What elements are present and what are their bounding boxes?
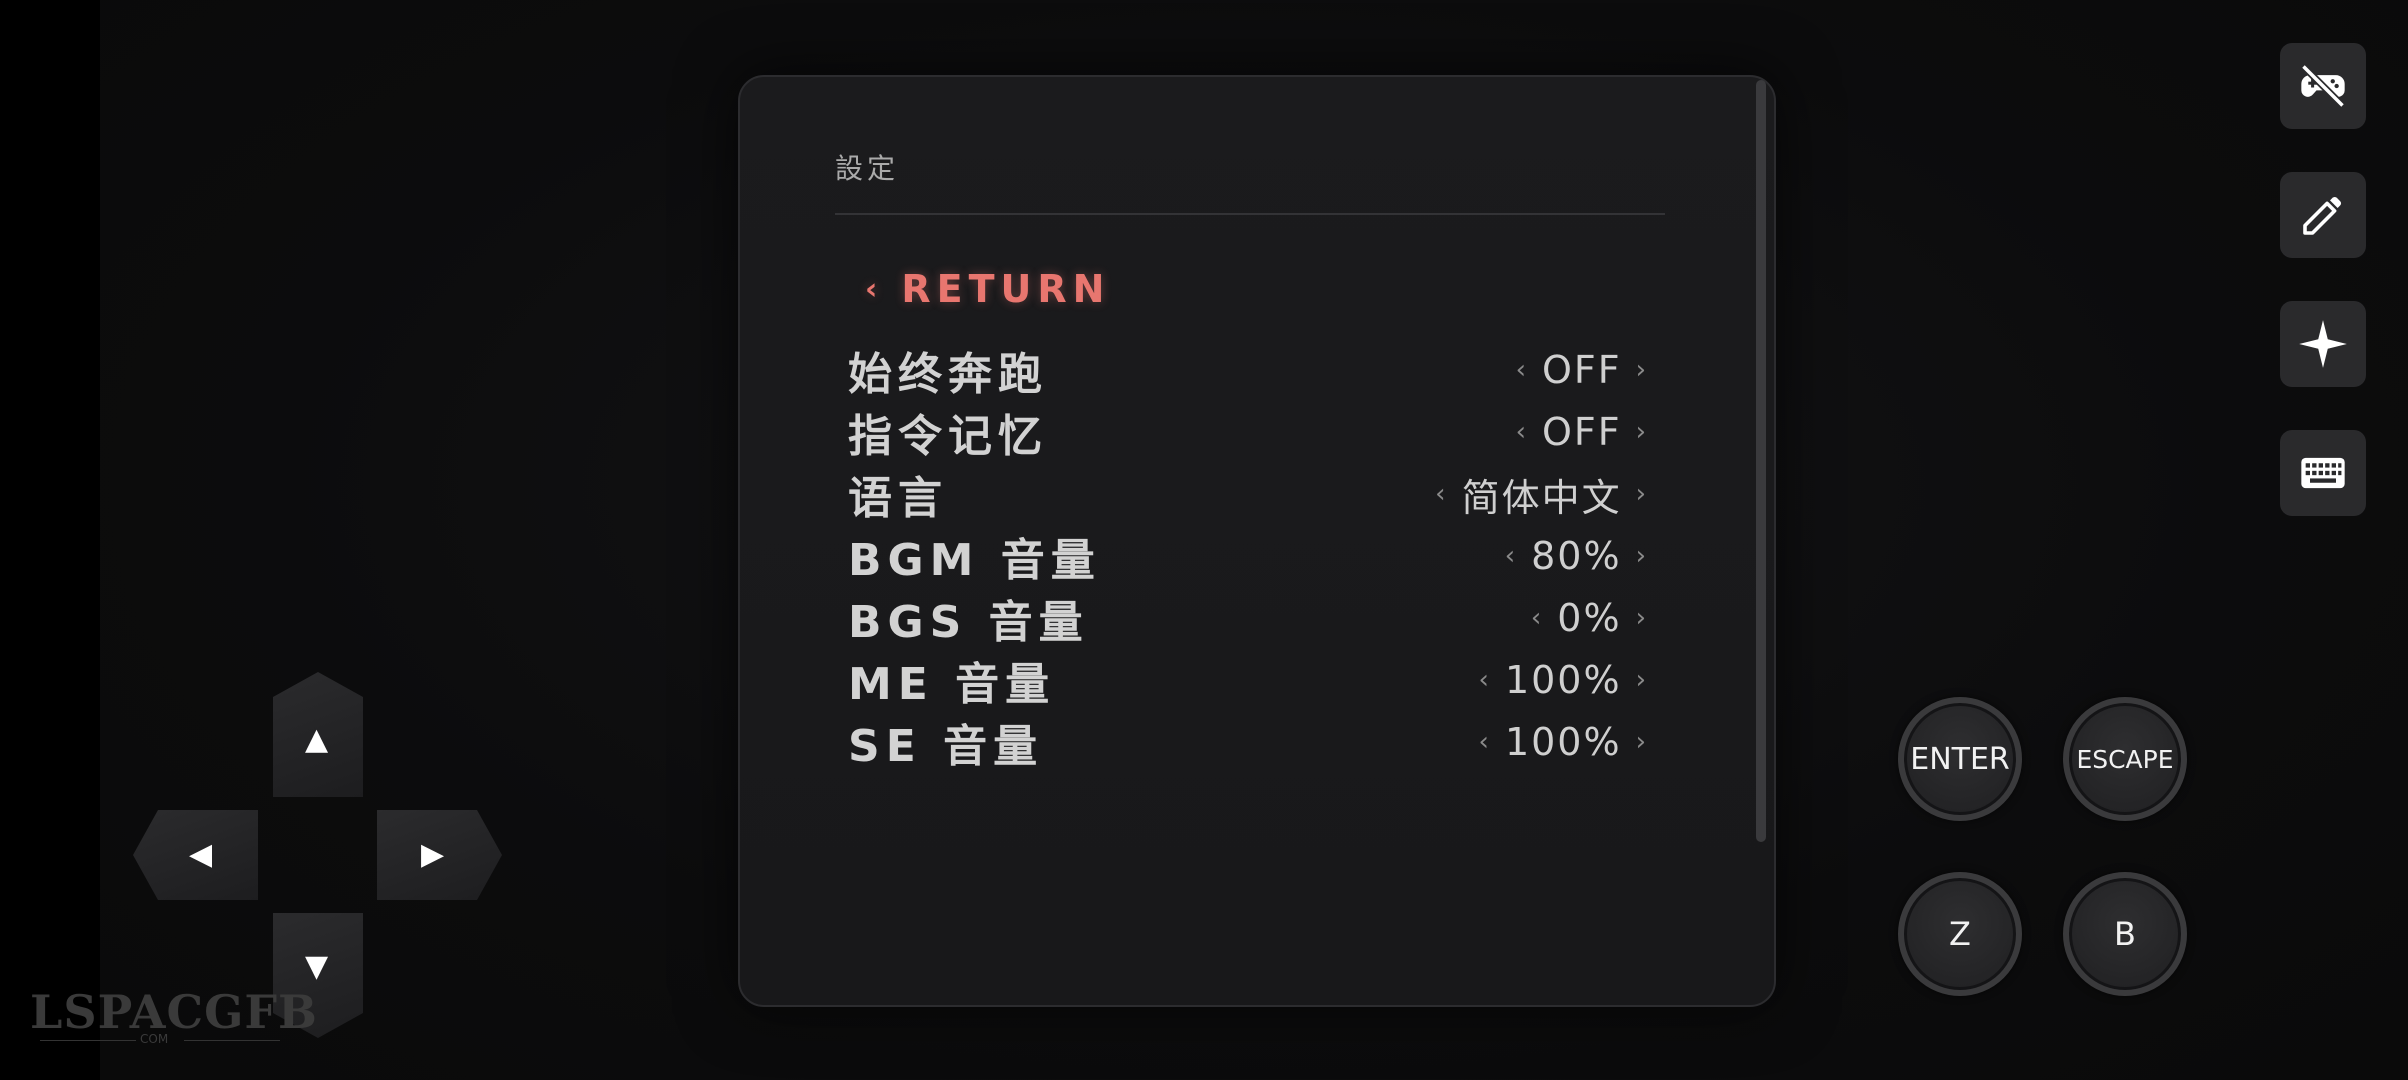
watermark-logo: LSPACGFB xyxy=(30,985,318,1039)
setting-row-bgs-volume[interactable]: BGS 音量 ‹ 0% › xyxy=(848,583,1648,653)
title-divider xyxy=(835,213,1665,215)
arrow-left-icon: ◀ xyxy=(189,837,213,872)
left-black-strip xyxy=(0,0,100,1080)
toggle-gamepad-button[interactable] xyxy=(2280,43,2366,129)
chevron-right-icon[interactable]: › xyxy=(1636,541,1648,571)
gamepad-off-icon xyxy=(2301,64,2345,108)
panel-title: 設定 xyxy=(835,152,900,185)
return-button[interactable]: ‹ RETURN xyxy=(865,267,1110,311)
chevron-right-icon[interactable]: › xyxy=(1636,355,1648,385)
setting-row-always-dash[interactable]: 始终奔跑 ‹ OFF › xyxy=(848,335,1648,405)
arrow-right-icon: ▶ xyxy=(421,837,445,872)
chevron-right-icon[interactable]: › xyxy=(1636,665,1648,695)
chevron-left-icon[interactable]: ‹ xyxy=(1479,727,1491,757)
setting-value-selector[interactable]: ‹ 100% › xyxy=(1479,720,1648,764)
chevron-left-icon[interactable]: ‹ xyxy=(1479,665,1491,695)
setting-label: SE 音量 xyxy=(848,721,1044,772)
enter-button[interactable]: ENTER xyxy=(1898,697,2022,821)
sparkle-button[interactable] xyxy=(2280,301,2366,387)
chevron-left-icon[interactable]: ‹ xyxy=(1505,541,1517,571)
setting-value: 80% xyxy=(1531,534,1622,578)
chevron-left-icon[interactable]: ‹ xyxy=(1516,355,1528,385)
z-button[interactable]: Z xyxy=(1898,872,2022,996)
arrow-up-icon: ▲ xyxy=(305,722,329,757)
settings-panel: 設定 ‹ RETURN 始终奔跑 ‹ OFF › 指令记忆 ‹ OFF › 语言… xyxy=(738,75,1776,1007)
return-label: RETURN xyxy=(901,267,1111,311)
setting-label: 语言 xyxy=(848,473,948,524)
escape-label: ESCAPE xyxy=(2076,744,2174,774)
dpad-up-button[interactable]: ▲ xyxy=(273,672,363,797)
dpad-right-button[interactable]: ▶ xyxy=(377,810,502,900)
setting-value-selector[interactable]: ‹ OFF › xyxy=(1516,410,1648,454)
dpad-left-button[interactable]: ◀ xyxy=(133,810,258,900)
z-label: Z xyxy=(1949,915,1971,953)
b-label: B xyxy=(2114,915,2136,953)
setting-value: 简体中文 xyxy=(1461,475,1622,520)
chevron-right-icon[interactable]: › xyxy=(1636,417,1648,447)
setting-value: 100% xyxy=(1504,658,1622,702)
setting-value-selector[interactable]: ‹ 100% › xyxy=(1479,658,1648,702)
pencil-icon xyxy=(2303,196,2342,235)
chevron-left-icon[interactable]: ‹ xyxy=(1435,479,1447,509)
setting-row-language[interactable]: 语言 ‹ 简体中文 › xyxy=(848,459,1648,529)
watermark-sub: COM xyxy=(140,1032,169,1046)
setting-value-selector[interactable]: ‹ 0% › xyxy=(1531,596,1648,640)
enter-label: ENTER xyxy=(1910,741,2010,777)
setting-label: BGS 音量 xyxy=(848,597,1089,648)
edit-button[interactable] xyxy=(2280,172,2366,258)
setting-label: BGM 音量 xyxy=(848,535,1101,586)
escape-button[interactable]: ESCAPE xyxy=(2063,697,2187,821)
panel-scrollbar[interactable] xyxy=(1756,80,1766,842)
keyboard-button[interactable] xyxy=(2280,430,2366,516)
chevron-right-icon[interactable]: › xyxy=(1636,479,1648,509)
setting-row-bgm-volume[interactable]: BGM 音量 ‹ 80% › xyxy=(848,521,1648,591)
chevron-left-icon[interactable]: ‹ xyxy=(1531,603,1543,633)
setting-label: 指令记忆 xyxy=(848,411,1048,462)
setting-row-se-volume[interactable]: SE 音量 ‹ 100% › xyxy=(848,707,1648,777)
setting-value: 100% xyxy=(1504,720,1622,764)
chevron-right-icon[interactable]: › xyxy=(1636,727,1648,757)
arrow-down-icon: ▼ xyxy=(305,949,329,984)
setting-value-selector[interactable]: ‹ 简体中文 › xyxy=(1435,467,1648,522)
setting-row-command-remember[interactable]: 指令记忆 ‹ OFF › xyxy=(848,397,1648,467)
setting-value: OFF xyxy=(1541,410,1622,454)
watermark-divider xyxy=(40,1040,136,1041)
watermark-divider xyxy=(184,1040,280,1041)
sparkle-icon xyxy=(2299,320,2347,368)
chevron-right-icon[interactable]: › xyxy=(1636,603,1648,633)
keyboard-icon xyxy=(2301,457,2345,489)
setting-label: 始终奔跑 xyxy=(848,349,1048,400)
b-button[interactable]: B xyxy=(2063,872,2187,996)
setting-value: 0% xyxy=(1557,596,1622,640)
setting-label: ME 音量 xyxy=(848,659,1056,710)
setting-row-me-volume[interactable]: ME 音量 ‹ 100% › xyxy=(848,645,1648,715)
chevron-left-icon: ‹ xyxy=(865,271,884,307)
chevron-left-icon[interactable]: ‹ xyxy=(1516,417,1528,447)
setting-value-selector[interactable]: ‹ 80% › xyxy=(1505,534,1648,578)
setting-value-selector[interactable]: ‹ OFF › xyxy=(1516,348,1648,392)
setting-value: OFF xyxy=(1541,348,1622,392)
